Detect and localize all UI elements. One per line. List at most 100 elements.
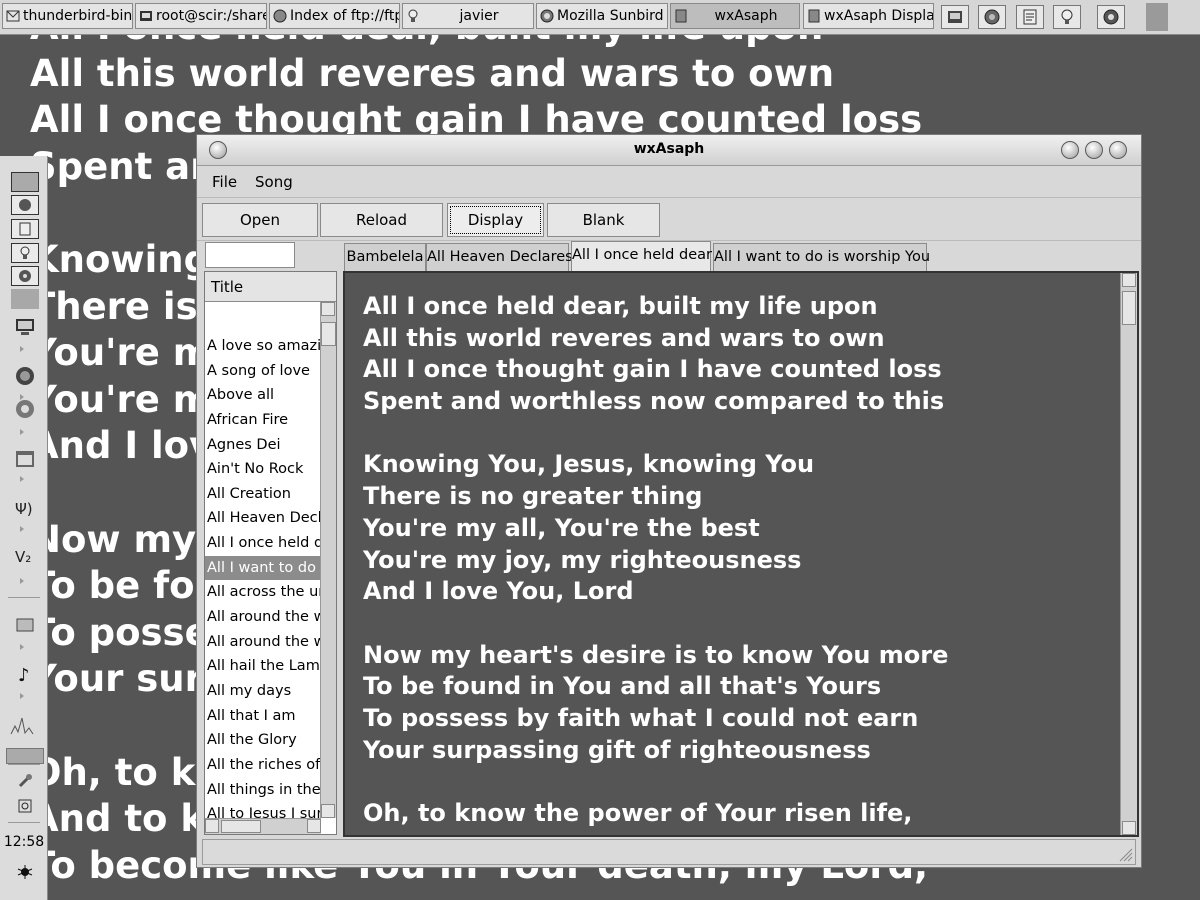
expand-arrow-icon[interactable] [20, 526, 24, 532]
expand-arrow-icon[interactable] [20, 476, 24, 482]
song-list-item[interactable]: African Fire [205, 408, 321, 433]
song-list-item[interactable]: All around the world [205, 630, 321, 655]
wxasaph-window: wxAsaph File Song Open Database Reload D… [196, 134, 1142, 868]
song-list-item[interactable]: All the riches of [205, 753, 321, 778]
song-list-item[interactable]: All the Glory [205, 728, 321, 753]
task-label: wxAsaph [714, 8, 778, 24]
display-song-button[interactable]: Display song [447, 203, 544, 261]
song-list-item[interactable]: All hail the Lamb [205, 654, 321, 679]
globe-icon [984, 9, 1000, 25]
launcher-terminal[interactable] [941, 5, 969, 29]
menu-file[interactable]: File [212, 173, 237, 191]
lyric-line: You're my all, You're the best [363, 513, 760, 542]
scroll-thumb[interactable] [1122, 291, 1136, 325]
song-list-item[interactable]: All things in the [205, 778, 321, 803]
task-wxasaph-display[interactable]: wxAsaph Displa [803, 3, 934, 29]
song-list-vertical-scrollbar[interactable] [320, 302, 336, 818]
song-tab[interactable]: All Heaven Declares [426, 243, 573, 271]
song-list-item[interactable]: All my days [205, 679, 321, 704]
bug-icon[interactable] [14, 861, 36, 883]
window-list-editor[interactable] [11, 219, 39, 239]
launcher-editor[interactable] [1016, 5, 1044, 29]
minimize-button[interactable] [1061, 141, 1079, 159]
song-list-item[interactable]: A love so amazing [205, 334, 321, 359]
reload-database-button[interactable]: Reload Database [320, 203, 443, 261]
pager[interactable] [1146, 3, 1168, 31]
resize-grip-icon[interactable] [1115, 844, 1133, 862]
computer-icon[interactable] [14, 316, 36, 338]
window-list-sunbird[interactable] [11, 266, 39, 286]
launcher-browser[interactable] [978, 5, 1006, 29]
scroll-thumb[interactable] [221, 820, 261, 833]
song-list-item[interactable]: All Heaven Declares [205, 506, 321, 531]
song-list-item[interactable]: All around the world [205, 605, 321, 630]
maximize-button[interactable] [1085, 141, 1103, 159]
workspace-2[interactable] [11, 289, 39, 309]
volume-icon[interactable]: V₂ [14, 545, 36, 567]
song-tab[interactable]: Bambelela [344, 243, 426, 271]
lyric-line [363, 418, 948, 450]
expand-arrow-icon[interactable] [20, 693, 24, 699]
search-input[interactable] [205, 242, 295, 268]
launcher-bulb[interactable] [1053, 5, 1081, 29]
scroll-down-arrow[interactable] [321, 804, 335, 818]
song-list[interactable]: Title A love so amazingA song of loveAbo… [204, 271, 337, 835]
close-button[interactable] [1109, 141, 1127, 159]
scroll-up-arrow[interactable] [1122, 273, 1136, 287]
bulb-icon [20, 246, 30, 259]
power-icon[interactable] [14, 795, 36, 817]
window-list-bulb[interactable] [11, 243, 39, 263]
firefox-icon[interactable] [14, 365, 36, 387]
terminal-icon [140, 11, 152, 21]
task-wxasaph[interactable]: wxAsaph [670, 3, 800, 29]
title-column-header[interactable]: Title [205, 272, 336, 302]
title-bar[interactable]: wxAsaph [197, 135, 1141, 166]
music-note-icon[interactable]: ♪ [14, 663, 36, 685]
scroll-up-arrow[interactable] [321, 302, 335, 316]
wrench-icon[interactable] [14, 770, 36, 792]
expand-arrow-icon[interactable] [20, 578, 24, 584]
launcher-sunbird[interactable] [1097, 5, 1125, 29]
workspace-1[interactable] [11, 172, 39, 192]
task-thunderbird[interactable]: thunderbird-bin [2, 3, 133, 29]
lyric-vertical-scrollbar[interactable] [1120, 273, 1137, 835]
expand-arrow-icon[interactable] [20, 429, 24, 435]
scroll-left-arrow[interactable] [205, 819, 219, 833]
scroll-thumb[interactable] [321, 322, 336, 346]
song-list-item[interactable]: Agnes Dei [205, 433, 321, 458]
task-terminal[interactable]: root@scir:/share [135, 3, 267, 29]
open-database-button[interactable]: Open Database [202, 203, 318, 261]
expand-arrow-icon[interactable] [20, 644, 24, 650]
expand-arrow-icon[interactable] [20, 346, 24, 352]
scroll-right-arrow[interactable] [307, 819, 321, 833]
clock[interactable]: 12:58 [0, 834, 48, 850]
song-list-item[interactable]: All that I am [205, 704, 321, 729]
song-list-item[interactable]: A song of love [205, 359, 321, 384]
lyric-line: To be found in You and all that's Yours [363, 672, 882, 701]
task-sunbird[interactable]: Mozilla Sunbird [536, 3, 668, 29]
task-browser[interactable]: Index of ftp://ftp [269, 3, 400, 29]
window-list-browser[interactable] [11, 195, 39, 215]
sunbird-icon [19, 270, 31, 282]
globe-icon [273, 9, 287, 23]
song-tab[interactable]: All I want to do is worship You [713, 243, 930, 271]
song-list-item[interactable]: All I once held dear [205, 531, 321, 556]
task-javier[interactable]: javier [402, 3, 534, 29]
song-list-item[interactable]: All across the universe [205, 580, 321, 605]
menu-song[interactable]: Song [255, 173, 293, 191]
song-list-horizontal-scrollbar[interactable] [205, 818, 321, 834]
song-tab[interactable]: All I once held dear [571, 241, 712, 271]
song-list-item[interactable]: Ain't No Rock [205, 457, 321, 482]
calendar-icon[interactable] [14, 448, 36, 470]
scroll-down-arrow[interactable] [1122, 821, 1136, 835]
song-list-item[interactable]: All Creation [205, 482, 321, 507]
mail-icon[interactable] [14, 614, 36, 636]
lyric-preview: All I once held dear, built my life upon… [343, 271, 1139, 837]
song-list-item[interactable]: Above all [205, 383, 321, 408]
song-list-item[interactable]: All I want to do is [205, 555, 321, 581]
thunderbird-icon[interactable] [14, 398, 36, 420]
blank-projector-button[interactable]: Blank projector [547, 203, 660, 261]
taskbar: thunderbird-bin root@scir:/share Index o… [0, 0, 1200, 35]
bulb-icon [408, 9, 418, 22]
network-icon[interactable]: Ψ) [14, 497, 36, 519]
